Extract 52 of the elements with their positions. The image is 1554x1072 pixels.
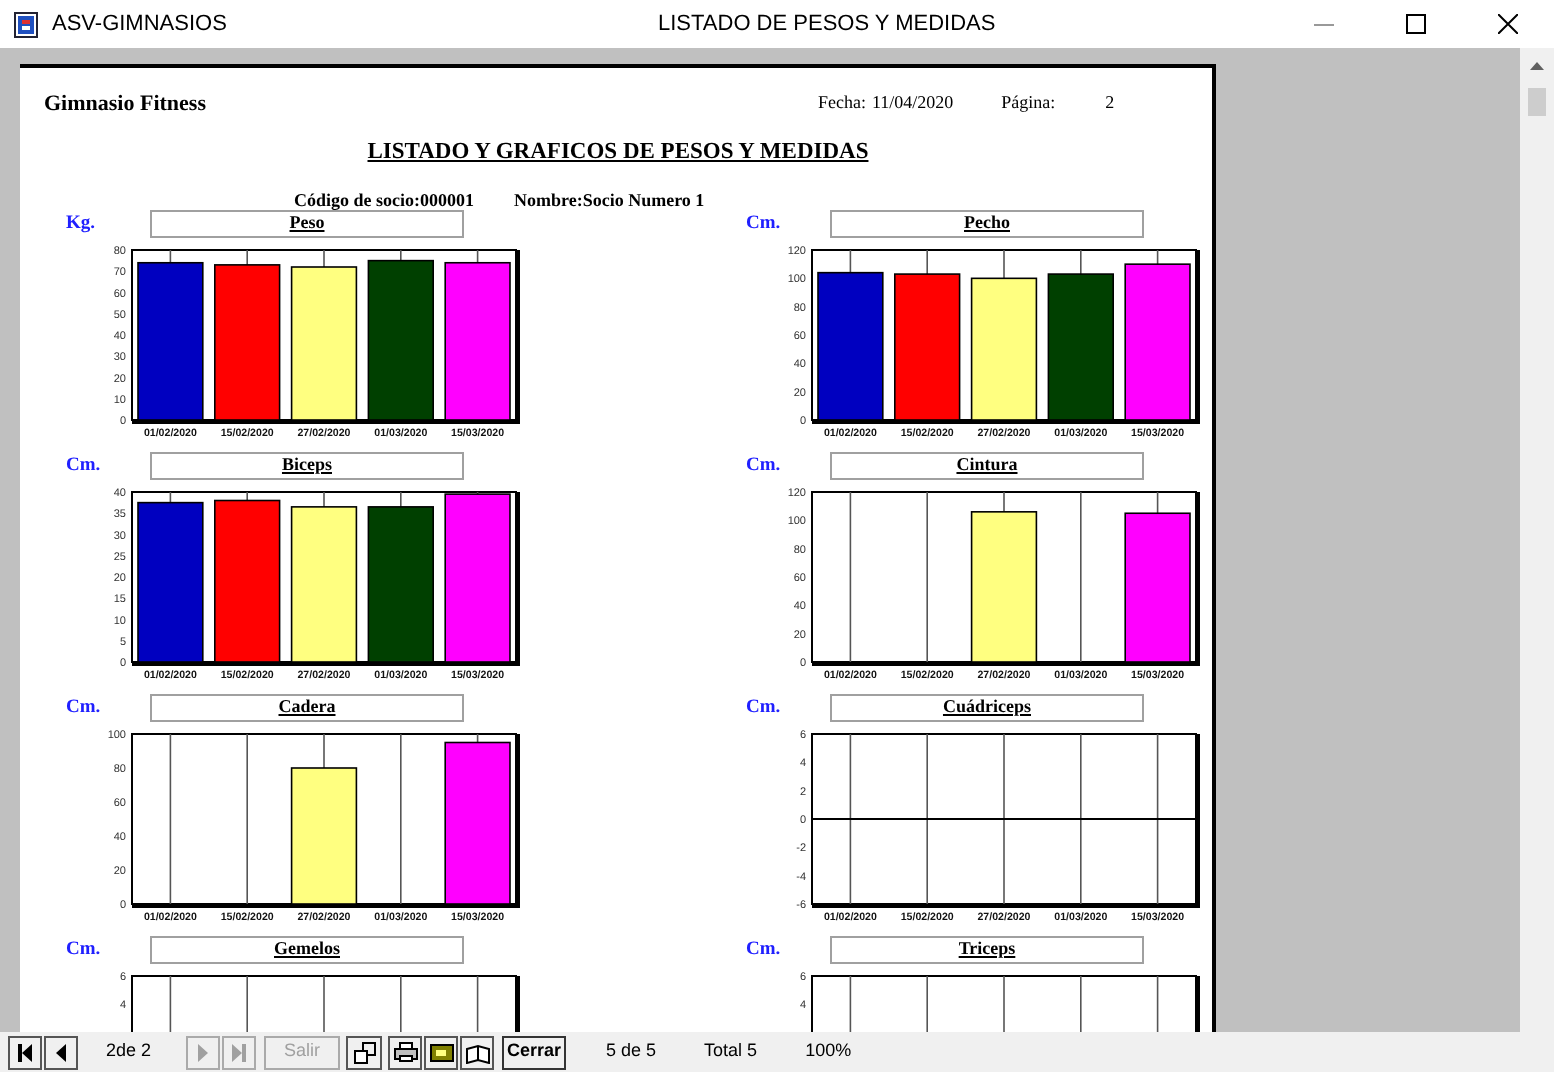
printer-icon xyxy=(393,1042,417,1062)
first-page-button[interactable] xyxy=(8,1035,42,1069)
chart-title: Cadera xyxy=(150,693,464,722)
overlapping-squares-icon xyxy=(353,1041,375,1063)
chart-title: Peso xyxy=(150,209,464,238)
unit-label: Cm. xyxy=(744,453,783,480)
unit-label: Cm. xyxy=(744,695,783,722)
record-indicator: 5 de 5 xyxy=(606,1038,657,1065)
total-count: Total 5 xyxy=(704,1038,758,1065)
book-icon xyxy=(465,1041,489,1063)
chart-title: Pecho xyxy=(830,209,1144,238)
unit-label: Cm. xyxy=(64,937,103,964)
date-label: Fecha: xyxy=(817,90,866,117)
unit-label: Cm. xyxy=(744,211,783,238)
page-indicator: 2de 2 xyxy=(106,1038,154,1065)
previous-page-button[interactable] xyxy=(44,1035,78,1069)
zoom-button[interactable] xyxy=(346,1035,382,1069)
close-report-button[interactable]: Cerrar xyxy=(502,1035,566,1069)
page-number: 2 xyxy=(1105,90,1115,117)
chart-title: Cintura xyxy=(830,451,1144,480)
app-icon xyxy=(14,11,38,37)
zoom-level: 100% xyxy=(805,1038,852,1065)
next-page-icon xyxy=(198,1043,208,1061)
previous-page-icon xyxy=(56,1043,66,1061)
unit-label: Cm. xyxy=(64,695,103,722)
vertical-scrollbar[interactable] xyxy=(1520,48,1554,1032)
folder-icon xyxy=(429,1042,453,1062)
scroll-up-icon[interactable] xyxy=(1530,62,1544,70)
open-button[interactable] xyxy=(460,1035,494,1069)
chart-title: Gemelos xyxy=(150,935,464,964)
print-button[interactable] xyxy=(388,1035,422,1069)
chart-title: Biceps xyxy=(150,451,464,480)
unit-label: Cm. xyxy=(744,937,783,964)
unit-label: Kg. xyxy=(64,211,98,238)
chart-title: Cuádriceps xyxy=(830,693,1144,722)
last-page-icon xyxy=(232,1043,246,1061)
chart-title: Triceps xyxy=(830,935,1144,964)
window-title: LISTADO DE PESOS Y MEDIDAS xyxy=(658,9,996,40)
export-button[interactable] xyxy=(424,1035,458,1069)
minimize-icon xyxy=(1314,23,1334,25)
unit-label: Cm. xyxy=(64,453,103,480)
company-name: Gimnasio Fitness xyxy=(44,89,206,120)
page-label: Página: xyxy=(1001,90,1056,117)
maximize-icon xyxy=(1406,14,1426,34)
app-name: ASV-GIMNASIOS xyxy=(52,9,227,40)
first-page-icon xyxy=(18,1043,32,1061)
close-icon xyxy=(1498,14,1518,34)
member-name: Nombre:Socio Numero 1 xyxy=(514,187,705,213)
report-date: 11/04/2020 xyxy=(871,90,954,117)
scroll-thumb[interactable] xyxy=(1528,88,1546,116)
member-code: Código de socio:000001 xyxy=(294,187,474,214)
report-heading: LISTADO Y GRAFICOS DE PESOS Y MEDIDAS xyxy=(367,138,869,168)
